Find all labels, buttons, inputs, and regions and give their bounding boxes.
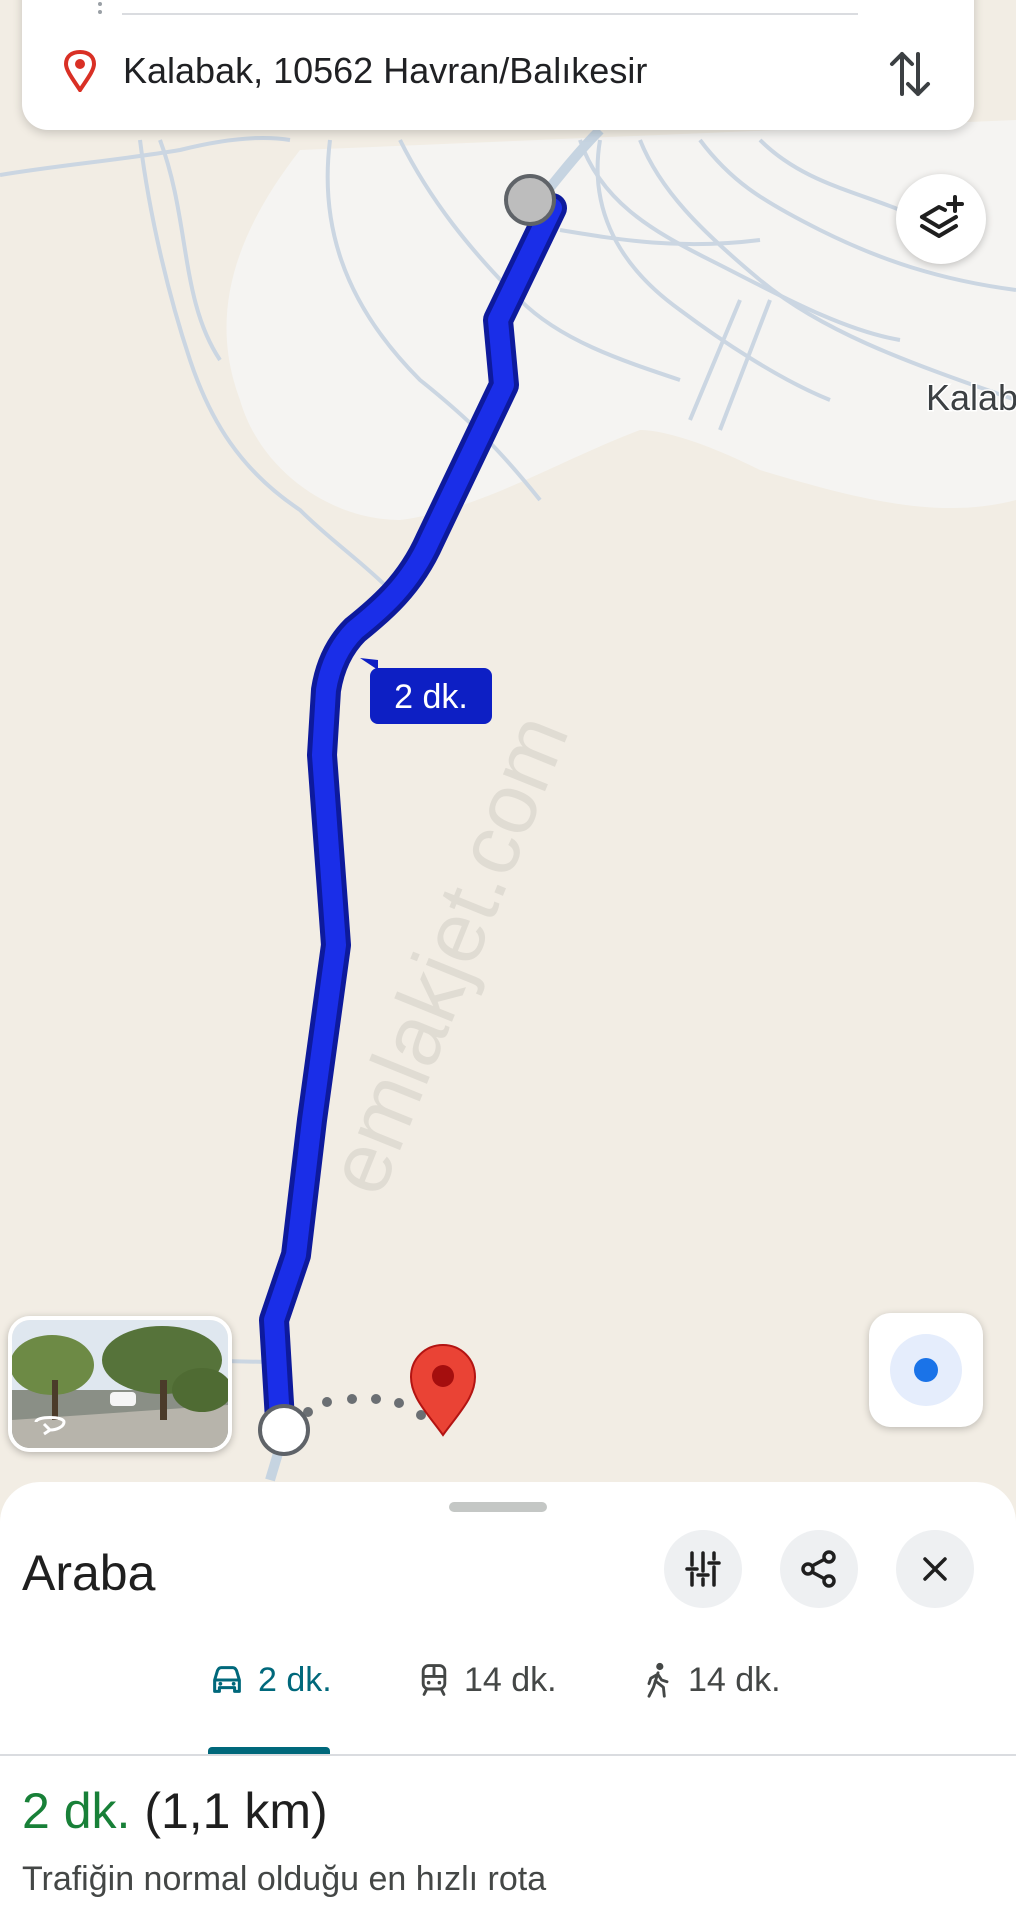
tab-walk-label: 14 dk. bbox=[688, 1660, 781, 1699]
my-location-icon bbox=[890, 1334, 962, 1406]
train-icon bbox=[421, 1664, 447, 1696]
map-layers-button[interactable] bbox=[896, 174, 986, 264]
directions-bottom-sheet: Araba 2 dk. 14 dk. 14 dk. 2 dk. (1,1 km)… bbox=[0, 1482, 1016, 1920]
route-summary[interactable]: 2 dk. (1,1 km) bbox=[22, 1782, 328, 1840]
route-distance: (1,1 km) bbox=[144, 1783, 328, 1839]
my-location-button[interactable] bbox=[869, 1313, 983, 1427]
street-view-thumbnail[interactable] bbox=[8, 1316, 232, 1452]
layers-icon bbox=[920, 195, 964, 238]
destination-location-icon bbox=[64, 50, 96, 92]
tab-transit[interactable]: 14 dk. bbox=[416, 1650, 557, 1710]
car-icon bbox=[213, 1666, 241, 1693]
route-connector-dots bbox=[98, 2, 102, 14]
route-destination-endpoint bbox=[258, 1404, 310, 1456]
directions-input-card: Kalabak, 10562 Havran/Balıkesir bbox=[22, 0, 974, 130]
rotate-360-icon bbox=[34, 1416, 66, 1436]
place-label-kalabak: Kalabak bbox=[926, 377, 1016, 418]
tab-walk[interactable]: 14 dk. bbox=[640, 1650, 781, 1710]
close-icon bbox=[923, 1557, 947, 1581]
tab-car-label: 2 dk. bbox=[258, 1660, 332, 1699]
share-icon bbox=[801, 1550, 836, 1588]
destination-field[interactable]: Kalabak, 10562 Havran/Balıkesir bbox=[123, 50, 647, 92]
route-duration: 2 dk. bbox=[22, 1783, 131, 1839]
tab-car[interactable]: 2 dk. bbox=[208, 1650, 332, 1710]
walk-icon bbox=[647, 1662, 669, 1698]
tab-transit-label: 14 dk. bbox=[464, 1660, 557, 1699]
route-time-label: 2 dk. bbox=[394, 678, 468, 716]
tabs-divider bbox=[0, 1754, 1016, 1756]
input-separator bbox=[122, 13, 858, 15]
share-button[interactable] bbox=[780, 1530, 858, 1608]
travel-mode-title: Araba bbox=[22, 1545, 156, 1601]
route-description: Trafiğin normal olduğu en hızlı rota bbox=[22, 1860, 547, 1898]
tune-icon bbox=[685, 1551, 721, 1587]
swap-directions-icon[interactable] bbox=[888, 48, 932, 100]
close-button[interactable] bbox=[896, 1530, 974, 1608]
route-origin-marker bbox=[504, 174, 556, 226]
route-options-button[interactable] bbox=[664, 1530, 742, 1608]
map-canvas[interactable]: emlakjet.com Kalabak 2 dk. bbox=[0, 0, 1016, 1500]
sheet-drag-handle[interactable] bbox=[449, 1502, 547, 1512]
